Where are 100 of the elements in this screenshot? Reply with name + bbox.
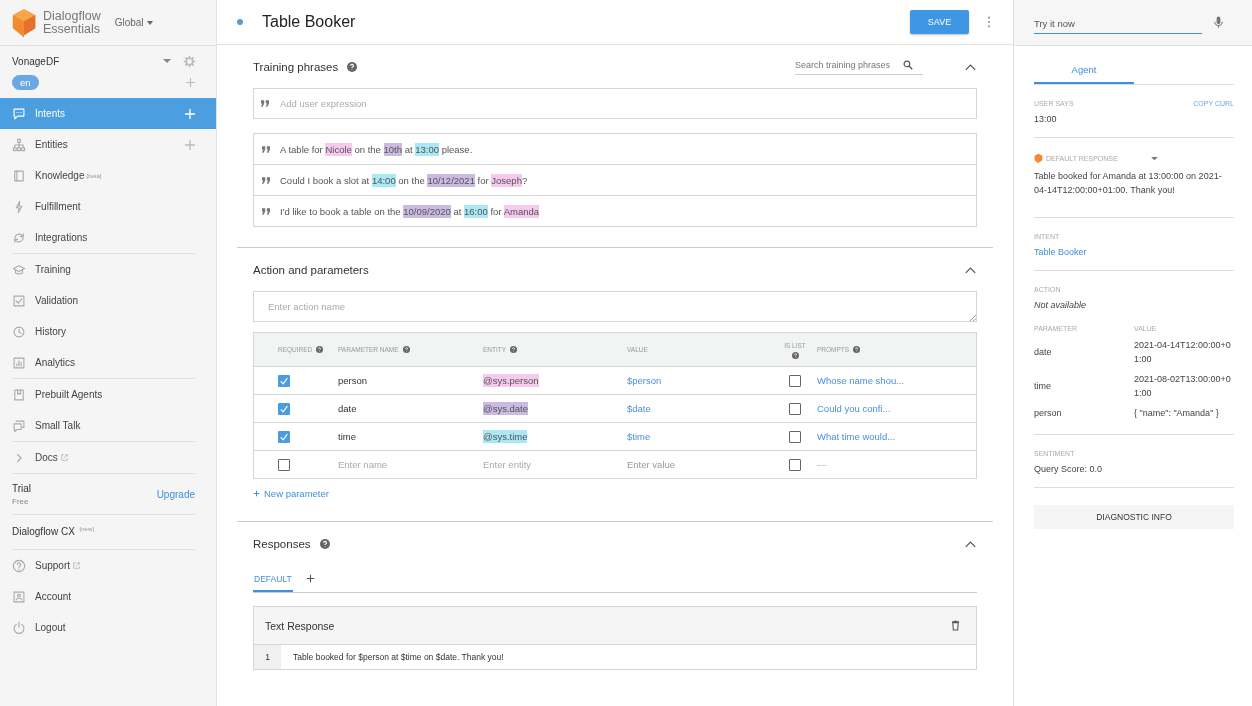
training-phrase[interactable]: Could I book a slot at 14:00 on the 10/12/2021 for Joseph? bbox=[280, 174, 528, 186]
is-list-checkbox[interactable] bbox=[789, 402, 801, 415]
sidebar-item[interactable]: Prebuilt Agents bbox=[0, 379, 216, 410]
entity-tag[interactable]: @sys.person bbox=[483, 374, 539, 387]
help-icon[interactable] bbox=[853, 346, 861, 353]
caret-icon[interactable] bbox=[163, 59, 171, 64]
sidebar-item[interactable]: Entities bbox=[0, 129, 216, 160]
sidebar-item[interactable]: Logout bbox=[0, 612, 216, 644]
table-cell[interactable]: $person bbox=[627, 375, 662, 386]
quote-icon bbox=[262, 176, 270, 184]
help-icon[interactable] bbox=[319, 539, 330, 549]
prompt-link[interactable]: What time would... bbox=[817, 431, 896, 442]
trash-icon[interactable] bbox=[951, 620, 960, 631]
collapse-icon[interactable] bbox=[965, 540, 976, 548]
section-title: Responses bbox=[253, 538, 311, 550]
table-cell[interactable]: $time bbox=[627, 431, 651, 442]
action-name-input[interactable]: Enter action name bbox=[253, 291, 977, 322]
entity-input[interactable]: Enter entity bbox=[483, 459, 603, 470]
name-input[interactable]: Enter name bbox=[338, 459, 458, 470]
prompt-link[interactable]: Whose name shou... bbox=[817, 375, 905, 386]
response-tab[interactable]: DEFAULT bbox=[253, 565, 293, 592]
response-text: Table booked for Amanda at 13:00:00 on 2021-04-14T12:00:00+01:00. Thank you! bbox=[1034, 170, 1223, 197]
entity-tag[interactable]: @sys.time bbox=[483, 430, 528, 443]
required-checkbox[interactable] bbox=[278, 458, 290, 471]
section-title: Action and parameters bbox=[253, 264, 369, 276]
agent-name[interactable]: VonageDF bbox=[12, 56, 163, 67]
bar-chart-icon bbox=[12, 355, 26, 370]
sidebar-item[interactable]: History bbox=[0, 316, 216, 347]
training-phrase[interactable]: A table for Nicole on the 10th at 13:00 please. bbox=[280, 143, 473, 155]
sidebar-item[interactable]: Account bbox=[0, 581, 216, 613]
sidebar-item[interactable]: Fulfillment bbox=[0, 191, 216, 222]
entity-tag[interactable]: @sys.date bbox=[483, 402, 529, 415]
help-icon[interactable] bbox=[510, 346, 518, 353]
region-dropdown[interactable]: Global bbox=[114, 17, 153, 28]
parameter-value: 2021-08-02T13:00:00+01:00 bbox=[1134, 373, 1232, 400]
agent-tab[interactable]: Agent bbox=[1034, 57, 1134, 84]
hierarchy-icon bbox=[12, 137, 26, 152]
intent-link[interactable]: Table Booker bbox=[1034, 245, 1234, 259]
sidebar-item[interactable]: Validation bbox=[0, 285, 216, 316]
external-link-icon bbox=[73, 562, 81, 570]
sidebar-item[interactable]: Training bbox=[0, 254, 216, 285]
help-icon[interactable] bbox=[316, 346, 324, 353]
is-list-checkbox[interactable] bbox=[789, 430, 801, 443]
caret-icon[interactable] bbox=[1150, 156, 1158, 161]
required-checkbox[interactable] bbox=[278, 374, 290, 387]
required-checkbox[interactable] bbox=[278, 402, 290, 415]
collapse-icon[interactable] bbox=[965, 266, 976, 274]
is-list-checkbox[interactable] bbox=[789, 458, 801, 471]
sidebar-item[interactable]: Small Talk bbox=[0, 410, 216, 441]
sentiment-score: Query Score: 0.0 bbox=[1034, 463, 1104, 476]
required-checkbox[interactable] bbox=[278, 430, 290, 443]
line-number: 1 bbox=[254, 645, 281, 669]
parameter-name: person bbox=[1034, 407, 1063, 420]
add-icon[interactable] bbox=[305, 574, 315, 583]
graduation-cap-icon bbox=[12, 262, 26, 277]
parameter-name: date bbox=[1034, 346, 1053, 359]
prompt-link[interactable]: Could you confi... bbox=[817, 403, 891, 414]
clock-icon bbox=[12, 324, 26, 339]
cx-link[interactable]: Dialogflow CX $^{[new]}$ bbox=[0, 515, 216, 550]
book-icon bbox=[12, 168, 26, 183]
search-field[interactable]: Search training phrases bbox=[795, 59, 923, 75]
is-list-checkbox[interactable] bbox=[789, 374, 801, 387]
new-parameter-link[interactable]: New parameter bbox=[253, 488, 329, 499]
help-icon[interactable] bbox=[402, 346, 410, 353]
response-text[interactable]: Table booked for $person at $time on $date. Thank you! bbox=[293, 652, 504, 662]
action-value: Not available bbox=[1034, 299, 1088, 312]
sidebar-item[interactable]: Integrations bbox=[0, 222, 216, 253]
diagnostic-info-button[interactable]: DIAGNOSTIC INFO bbox=[1034, 505, 1234, 529]
resize-handle-icon[interactable] bbox=[969, 314, 976, 321]
status-dot-icon bbox=[237, 19, 243, 25]
chat-bubbles-icon bbox=[12, 418, 26, 433]
microphone-icon[interactable] bbox=[1214, 16, 1223, 29]
help-icon[interactable] bbox=[347, 62, 358, 72]
help-icon bbox=[12, 558, 26, 573]
product-name: Dialogflow bbox=[43, 9, 101, 23]
sidebar-item[interactable]: Analytics bbox=[0, 347, 216, 378]
table-cell[interactable]: $date bbox=[627, 403, 651, 414]
card-title: Text Response bbox=[265, 619, 335, 632]
quote-icon bbox=[262, 207, 270, 215]
user-query: 13:00 bbox=[1034, 113, 1058, 126]
sidebar-item[interactable]: Support bbox=[0, 550, 216, 582]
more-menu-icon[interactable] bbox=[987, 16, 991, 28]
training-phrase[interactable]: I'd like to book a table on the 10/09/2020 at 16:00 for Amanda bbox=[280, 205, 540, 217]
add-icon bbox=[253, 490, 260, 497]
quote-icon bbox=[262, 145, 270, 153]
collapse-icon[interactable] bbox=[965, 63, 976, 71]
parameter-value: 2021-04-14T12:00:00+01:00 bbox=[1134, 339, 1232, 366]
book-icon bbox=[12, 387, 26, 402]
sidebar-item[interactable]: Knowledge $^{[beta]}$ bbox=[0, 160, 216, 191]
logo-icon bbox=[11, 7, 37, 38]
table-cell[interactable]: time bbox=[338, 431, 356, 442]
logo-icon bbox=[1034, 153, 1043, 164]
try-it-input[interactable]: Try it now bbox=[1034, 11, 1202, 34]
expression-input[interactable]: Add user expression bbox=[253, 88, 977, 119]
sidebar-item[interactable]: Docs bbox=[0, 442, 216, 473]
power-icon bbox=[12, 620, 26, 635]
help-icon[interactable] bbox=[791, 352, 799, 359]
value-input[interactable]: Enter value bbox=[627, 459, 747, 470]
table-cell[interactable]: person bbox=[338, 375, 368, 386]
table-cell[interactable]: date bbox=[338, 403, 357, 414]
